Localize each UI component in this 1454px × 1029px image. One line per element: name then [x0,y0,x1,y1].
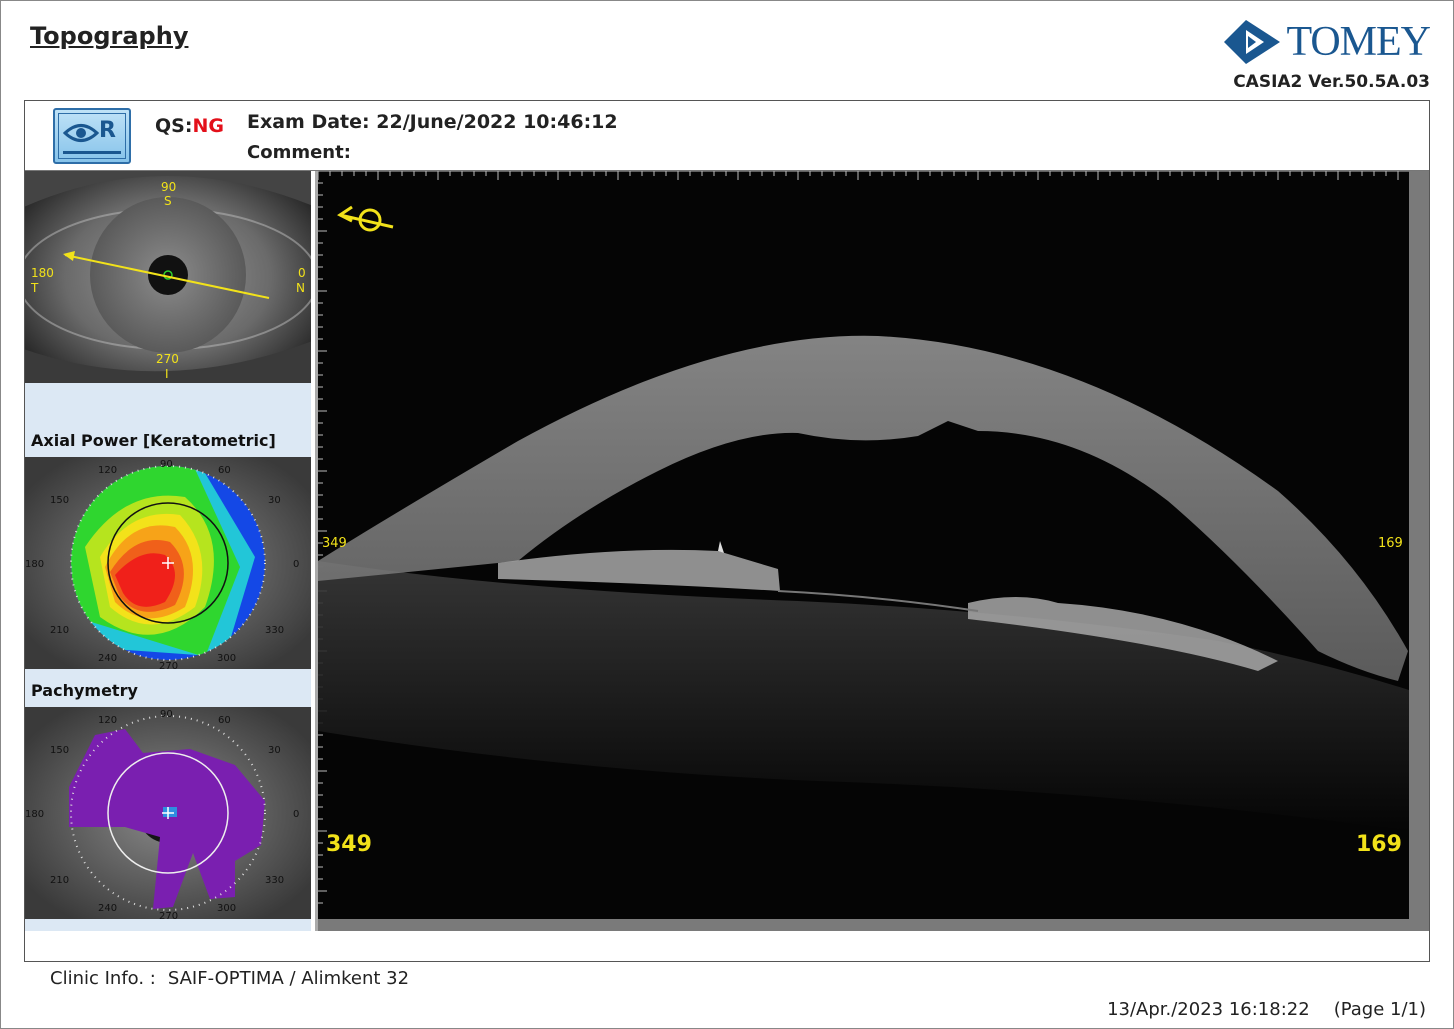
print-date: 13/Apr./2023 16:18:22 [1107,999,1310,1020]
eye-photo-label-right: 0 [298,266,306,280]
pachy-angle-60: 60 [218,715,231,726]
scan-scrollbar-vertical[interactable] [1409,171,1429,931]
brand-name: TOMEY [1286,19,1431,65]
eye-side-label: R [99,118,116,143]
eye-photo-panel[interactable]: 90 S 180 T 0 N 270 I [25,171,311,383]
axial-angle-240: 240 [98,653,117,664]
scan-axis-left-small: 349 [322,536,347,551]
pachymetry-map[interactable]: 120 90 60 150 30 180 0 210 330 240 270 3… [25,707,311,919]
axial-angle-90: 90 [160,459,173,470]
version-label: CASIA2 Ver.50.5A.03 [1233,72,1430,92]
eye-photo-label-left: 180 [31,266,54,280]
axial-angle-150: 150 [50,495,69,506]
exam-header: R QS:NG Exam Date: 22/June/2022 10:46:12… [25,101,1429,171]
pachy-angle-0: 0 [293,809,299,820]
tomey-logo-icon [1224,20,1281,64]
eye-side-badge[interactable]: R [53,108,131,164]
clinic-info-label: Clinic Info. : [50,968,156,989]
left-column: 90 S 180 T 0 N 270 I Axial Power [Kerato… [25,171,311,931]
pachy-angle-120: 120 [98,715,117,726]
clinic-info-value: SAIF-OPTIMA / Alimkent 32 [167,968,410,989]
qs-label: QS: [155,115,193,137]
eye-photo-label-bottom: 270 [156,352,179,366]
clinic-info: Clinic Info. : SAIF-OPTIMA / Alimkent 32 [50,968,409,989]
axial-angle-0: 0 [293,559,299,570]
pachy-angle-270: 270 [159,911,178,919]
brand-block: TOMEY CASIA2 Ver.50.5A.03 [1220,19,1431,100]
eye-icon [63,124,99,142]
axial-angle-30: 30 [268,495,281,506]
quality-status: QS:NG [155,115,224,137]
axial-angle-330: 330 [265,625,284,636]
report-frame: R QS:NG Exam Date: 22/June/2022 10:46:12… [24,100,1430,962]
oct-scan-image[interactable]: 349 169 349 169 [315,171,1429,931]
axial-angle-60: 60 [218,465,231,476]
pachymetry-title: Pachymetry [31,681,138,700]
page-number: (Page 1/1) [1333,999,1426,1020]
pachy-angle-150: 150 [50,745,69,756]
exam-date: Exam Date: 22/June/2022 10:46:12 [247,111,618,133]
print-info: 13/Apr./2023 16:18:22 (Page 1/1) [1107,999,1426,1020]
pachy-angle-30: 30 [268,745,281,756]
brand-logo: TOMEY [1224,19,1431,65]
axial-power-map[interactable]: 120 90 60 150 30 180 0 210 330 240 270 3… [25,457,311,669]
axial-angle-180: 180 [25,559,44,570]
pachy-angle-330: 330 [265,875,284,886]
scan-axis-left-large: 349 [326,832,372,857]
axial-power-title: Axial Power [Keratometric] [31,431,276,450]
eye-photo-label-nasal: N [296,281,305,295]
page-title: Topography [30,22,189,50]
axial-angle-210: 210 [50,625,69,636]
qs-value: NG [192,115,224,137]
exam-date-value: 22/June/2022 10:46:12 [376,111,618,133]
eye-photo-label-temporal: T [30,281,39,295]
eye-photo-label-inferior: I [165,367,169,381]
eye-photo-label-superior: S [164,194,172,208]
eye-photo: 90 S 180 T 0 N 270 I [25,171,311,383]
pachy-angle-90: 90 [160,709,173,720]
pachy-angle-210: 210 [50,875,69,886]
pachy-angle-240: 240 [98,903,117,914]
pachy-angle-300: 300 [217,903,236,914]
comment: Comment: [247,142,351,163]
pachy-angle-180: 180 [25,809,44,820]
axial-angle-270: 270 [159,661,178,669]
exam-date-label: Exam Date: [247,111,370,133]
axial-angle-300: 300 [217,653,236,664]
scan-axis-right-small: 169 [1378,536,1403,551]
scan-scrollbar-horizontal[interactable] [318,919,1429,931]
scan-axis-right-large: 169 [1356,832,1402,857]
comment-label: Comment: [247,142,351,163]
axial-angle-120: 120 [98,465,117,476]
eye-photo-label-top: 90 [161,180,176,194]
